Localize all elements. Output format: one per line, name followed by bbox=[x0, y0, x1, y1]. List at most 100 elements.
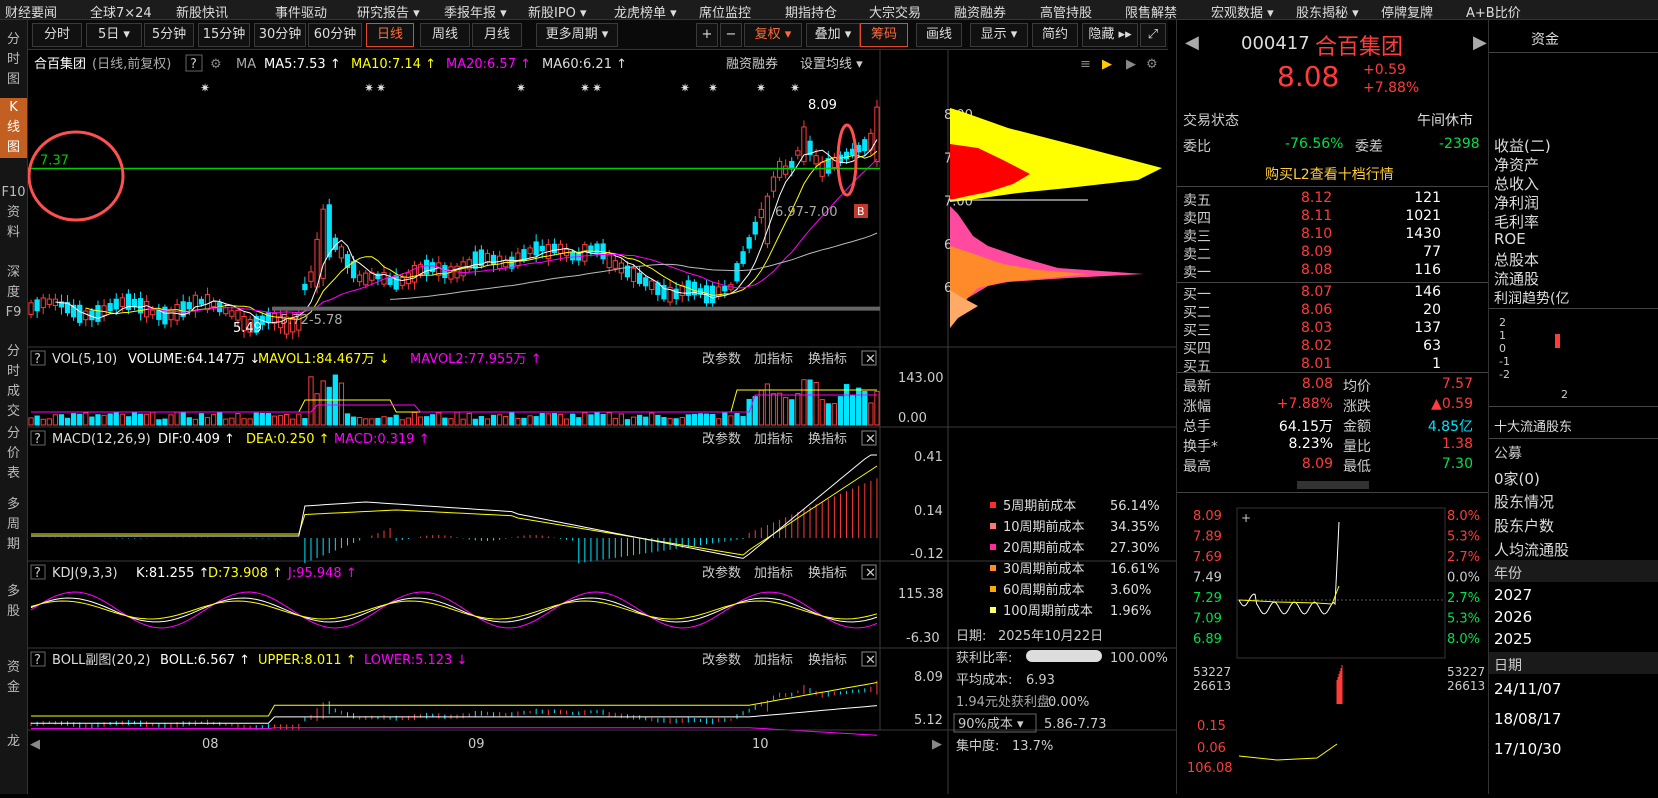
signal-star: ✷ bbox=[376, 81, 386, 95]
left-nav-item[interactable]: 多 周 期 bbox=[0, 495, 27, 555]
toolbar-button[interactable]: ⤢ bbox=[1140, 23, 1166, 47]
top-nav-item[interactable]: 席位监控 bbox=[699, 2, 751, 21]
top-nav-item[interactable]: 研究报告 ▾ bbox=[357, 2, 420, 21]
toolbar-button[interactable]: 月线 bbox=[472, 23, 522, 47]
candle-body bbox=[198, 298, 205, 305]
top-nav-item[interactable]: 龙虎榜单 ▾ bbox=[614, 2, 677, 21]
toolbar-button[interactable]: 60分钟 bbox=[308, 23, 362, 47]
prev-icon[interactable]: ◀ bbox=[1185, 32, 1199, 53]
toolbar-button[interactable]: 叠加 ▾ bbox=[806, 23, 860, 47]
circle-annotation bbox=[27, 130, 125, 222]
volume-bar bbox=[308, 376, 314, 426]
toolbar-button[interactable]: 5分钟 bbox=[144, 23, 194, 47]
top-nav-item[interactable]: 全球7×24 bbox=[90, 2, 152, 21]
left-nav-item[interactable]: 多 股 bbox=[0, 582, 27, 622]
volume-bar bbox=[728, 415, 734, 426]
toolbar-button[interactable]: 5日 ▾ bbox=[86, 23, 142, 47]
left-nav-item[interactable]: 资 金 bbox=[0, 658, 27, 698]
volume-bar bbox=[436, 412, 442, 426]
top-nav-item[interactable]: 期指持仓 bbox=[785, 2, 837, 21]
finance-item: 净资产 bbox=[1494, 156, 1540, 174]
volume-bar bbox=[137, 413, 144, 426]
stat-value: +7.88% bbox=[1276, 396, 1333, 412]
per-capita-shares[interactable]: 人均流通股 bbox=[1494, 539, 1569, 560]
toolbar-button[interactable]: 分时 bbox=[32, 23, 82, 47]
b-badge: B bbox=[857, 205, 865, 218]
date-value: 18/08/17 bbox=[1494, 710, 1562, 728]
fund-label: 公募 bbox=[1494, 446, 1522, 462]
top-nav-item[interactable]: 限售解禁 bbox=[1125, 2, 1177, 21]
legend-swatch bbox=[990, 523, 996, 529]
close-icon: ✕ bbox=[865, 352, 876, 367]
top-nav-item[interactable]: 停牌复牌 bbox=[1381, 2, 1433, 21]
signal-star: ✷ bbox=[364, 81, 374, 95]
mini-pct-axis: 2.7% bbox=[1447, 550, 1480, 565]
toolbar-button[interactable]: 显示 ▾ bbox=[970, 23, 1028, 47]
finance-item: 净利润 bbox=[1494, 194, 1540, 212]
candle-body bbox=[734, 263, 740, 282]
top-nav-item[interactable]: 事件驱动 bbox=[275, 2, 327, 21]
top-nav-item[interactable]: 财经要闻 bbox=[5, 2, 57, 21]
toolbar-button[interactable]: 更多周期 ▾ bbox=[536, 23, 618, 47]
candle-body bbox=[746, 237, 752, 249]
volume-bar bbox=[363, 418, 369, 426]
toolbar-button[interactable]: − bbox=[720, 23, 742, 47]
top-nav-item[interactable]: 新股IPO ▾ bbox=[528, 2, 587, 21]
boll-axis: 8.09 bbox=[914, 670, 943, 685]
left-nav-item[interactable]: 龙 bbox=[0, 732, 27, 752]
date-value: 24/11/07 bbox=[1494, 680, 1562, 698]
dif-value: DIF:0.409 ↑ bbox=[158, 432, 235, 447]
legend-label: 5周期前成本 bbox=[1003, 498, 1076, 514]
capital-tab[interactable]: 资金 bbox=[1531, 29, 1559, 49]
legend-label: 20周期前成本 bbox=[1003, 540, 1085, 556]
l2-link[interactable]: 购买L2查看十档行情 bbox=[1265, 164, 1394, 184]
candle-body bbox=[722, 285, 728, 292]
next-icon[interactable]: ▶ bbox=[1473, 32, 1487, 53]
left-nav-item[interactable]: K 线 图 bbox=[0, 98, 27, 158]
volume-bar bbox=[545, 413, 551, 426]
candle-body bbox=[515, 252, 521, 267]
candle-body bbox=[393, 274, 399, 290]
toolbar-button[interactable]: 30分钟 bbox=[254, 23, 306, 47]
bid-level: 买一 bbox=[1183, 287, 1211, 303]
left-nav-item[interactable]: 分 时 图 bbox=[0, 30, 27, 90]
volume-bar bbox=[825, 403, 831, 426]
left-nav-item[interactable]: 分 时 成 交 bbox=[0, 342, 27, 422]
toolbar-button[interactable]: 简约 bbox=[1032, 23, 1078, 47]
toolbar-button[interactable]: 复权 ▾ bbox=[744, 23, 802, 47]
mini-price-axis: 7.89 bbox=[1193, 530, 1222, 545]
last-price: 8.08 bbox=[1277, 60, 1340, 93]
candle-body bbox=[612, 260, 618, 269]
left-nav-item[interactable]: 分 价 表 bbox=[0, 424, 27, 484]
top-nav-item[interactable]: 季报年报 ▾ bbox=[444, 2, 507, 21]
top-nav-item[interactable]: 大宗交易 bbox=[869, 2, 921, 21]
bid-volume: 63 bbox=[1423, 338, 1441, 354]
toolbar-button[interactable]: 15分钟 bbox=[198, 23, 250, 47]
left-nav-item[interactable]: F10 资 料 bbox=[0, 183, 27, 243]
volume-bar bbox=[649, 412, 655, 426]
top-nav-item[interactable]: 高管持股 bbox=[1040, 2, 1092, 21]
top-nav-item[interactable]: 融资融券 bbox=[954, 2, 1006, 21]
top-nav-item[interactable]: 新股快讯 bbox=[176, 2, 228, 21]
candle-body bbox=[131, 298, 138, 308]
top-nav-item[interactable]: A+B比价 bbox=[1466, 2, 1521, 21]
candle-body bbox=[107, 303, 113, 312]
left-nav-item[interactable]: 深 度 F9 bbox=[0, 263, 27, 323]
signal-star: ✷ bbox=[756, 81, 766, 95]
volume-bar bbox=[497, 414, 503, 426]
toolbar-button[interactable]: 日线 bbox=[366, 23, 414, 47]
toolbar-button[interactable]: 画线 bbox=[916, 23, 962, 47]
shareholder-count[interactable]: 股东户数 bbox=[1494, 515, 1554, 536]
fund-count: 0家(0) bbox=[1494, 470, 1540, 488]
toolbar-button[interactable]: 筹码 bbox=[860, 23, 908, 47]
trend-axis: 2 bbox=[1499, 316, 1506, 329]
toolbar-button[interactable]: 隐藏 ▸▸ bbox=[1082, 23, 1138, 47]
top-nav-item[interactable]: 宏观数据 ▾ bbox=[1211, 2, 1274, 21]
top-nav-item[interactable]: 股东揭秘 ▾ bbox=[1296, 2, 1359, 21]
toolbar-button[interactable]: 周线 bbox=[420, 23, 470, 47]
toolbar-button[interactable]: + bbox=[696, 23, 718, 47]
volume-bar bbox=[210, 414, 217, 426]
shareholder-info[interactable]: 股东情况 bbox=[1494, 491, 1554, 512]
expand-tab[interactable] bbox=[1297, 481, 1369, 489]
candle-body bbox=[174, 304, 180, 321]
